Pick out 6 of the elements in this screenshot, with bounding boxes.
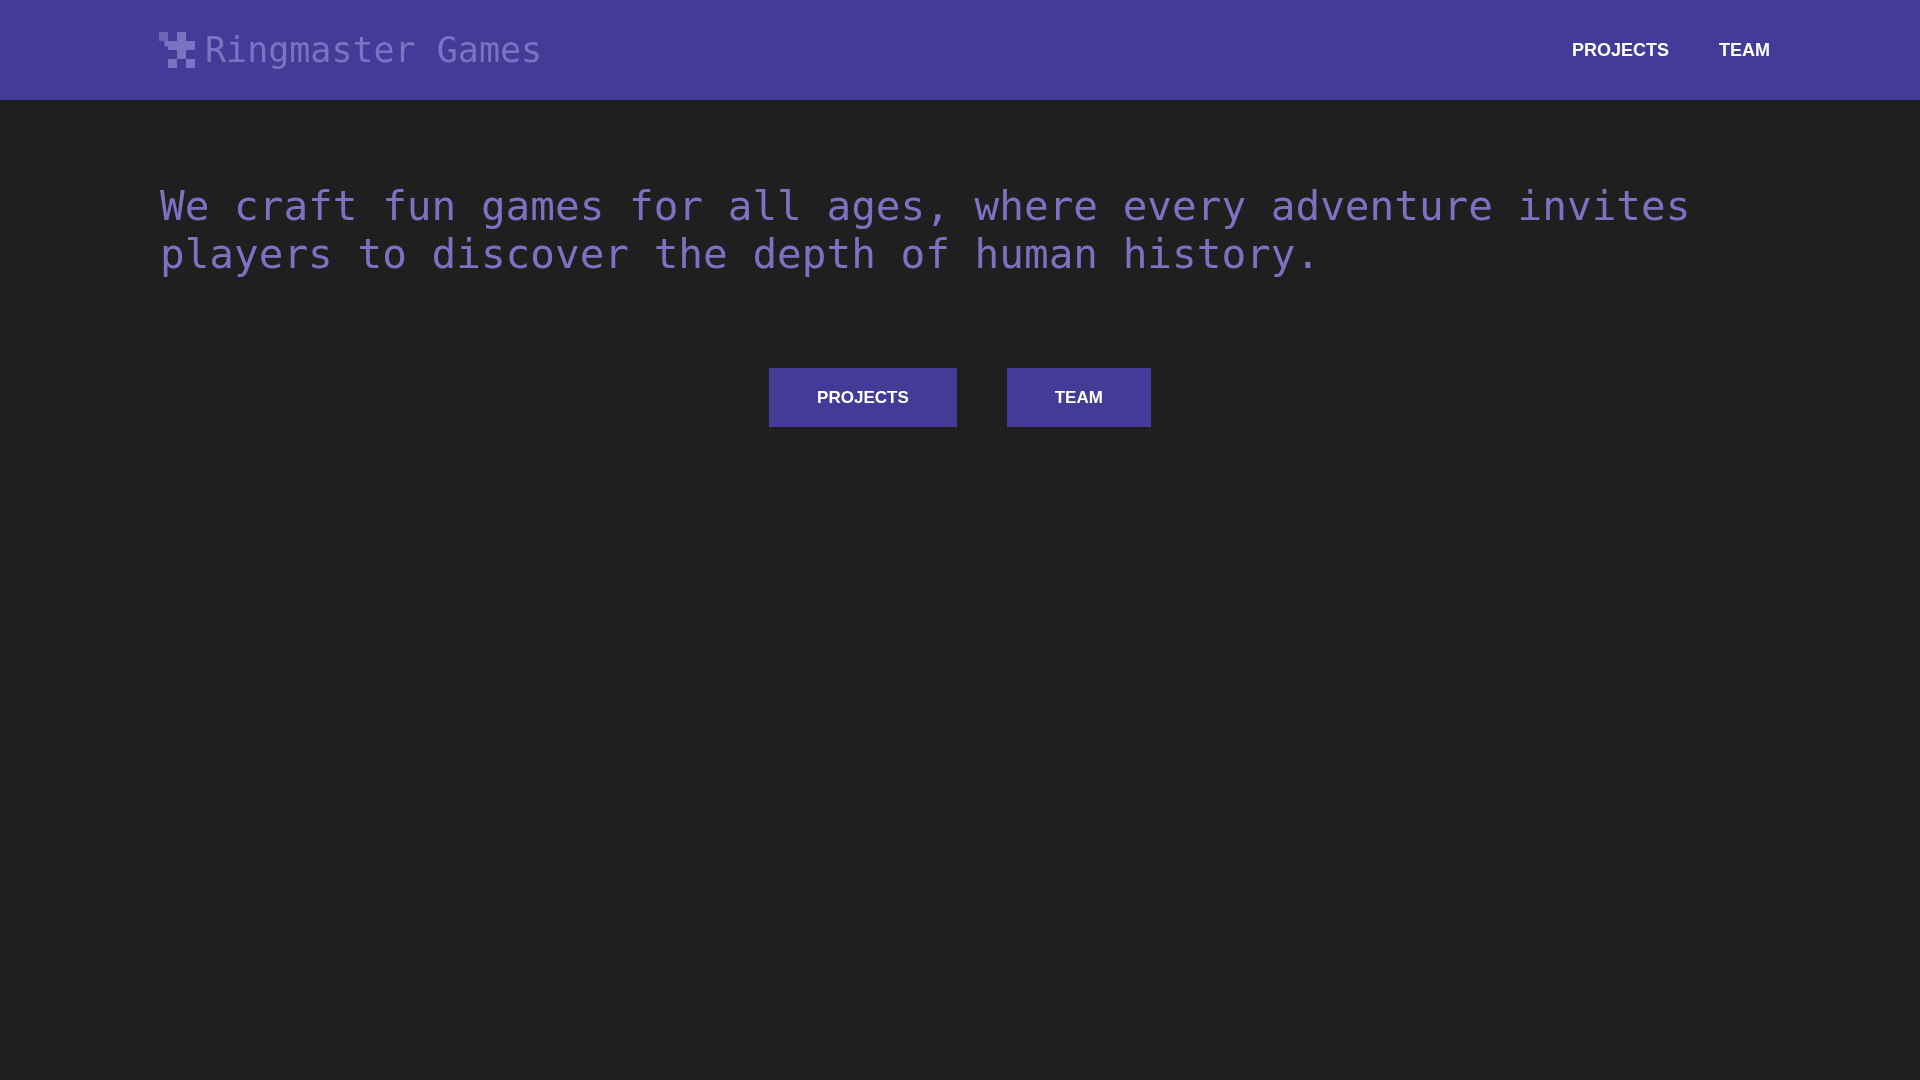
cta-button[interactable]: PROJECTS (769, 368, 957, 427)
nav-link[interactable]: PROJECTS (1571, 39, 1669, 61)
headline: We craft fun games for all ages, where every adventure invites players to discover the depth of human history. (160, 182, 1692, 278)
nav-link[interactable]: TEAM (1719, 39, 1770, 61)
logo-icon (159, 30, 195, 70)
cta-button[interactable]: TEAM (1006, 368, 1151, 427)
